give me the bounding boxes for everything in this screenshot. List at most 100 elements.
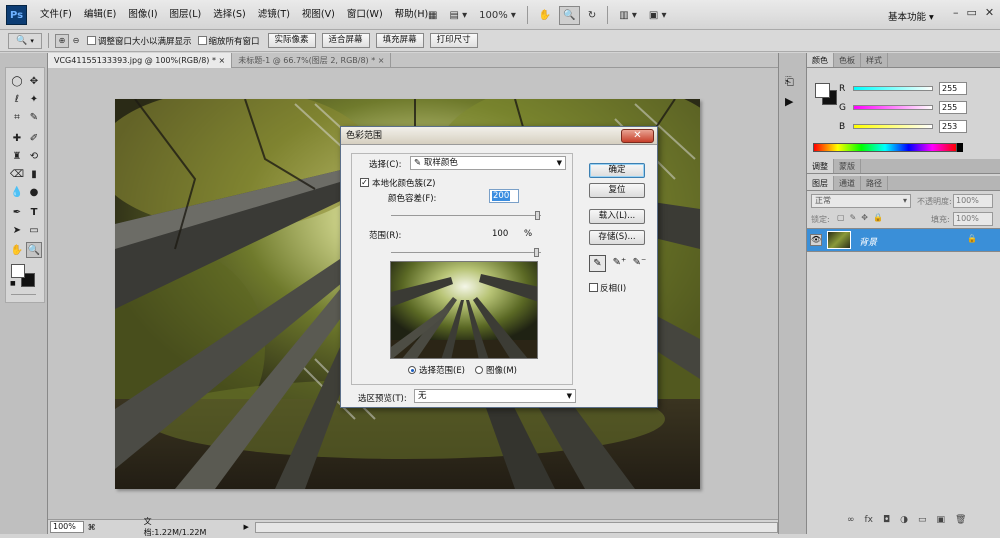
visibility-eye-icon[interactable]: 👁 [810, 234, 822, 246]
blend-mode-dropdown[interactable]: 正常 ▾ [811, 194, 911, 208]
close-icon[interactable]: ✕ [621, 129, 654, 143]
minimize-icon[interactable]: – [953, 6, 959, 19]
zoom-tool-icon[interactable]: 🔍 [26, 242, 42, 258]
delete-layer-icon[interactable]: 🗑 [955, 515, 966, 525]
green-slider[interactable] [853, 105, 933, 110]
selection-preview-dropdown[interactable]: 无 ▼ [414, 389, 576, 403]
range-slider-thumb[interactable] [534, 248, 539, 257]
layer-row-background[interactable]: 👁 背景 🔒 [807, 228, 1000, 252]
fit-screen-button[interactable]: 适合屏幕 [321, 33, 370, 48]
black-swatch[interactable] [957, 143, 963, 152]
red-value-field[interactable]: 255 [939, 82, 967, 95]
tab-masks[interactable]: 蒙版 [834, 159, 861, 173]
actions-icon[interactable]: ▶ [785, 95, 793, 108]
eraser-tool-icon[interactable]: ⌫ [9, 166, 25, 182]
tab-paths[interactable]: 路径 [861, 176, 888, 190]
zoom-tool-icon[interactable]: 🔍 [559, 5, 580, 25]
fuzziness-slider[interactable] [391, 215, 541, 216]
screen-mode-icon[interactable]: ▣ ▾ [645, 6, 671, 25]
menu-image[interactable]: 图像(I) [122, 0, 163, 30]
selection-preview[interactable] [390, 261, 538, 359]
new-layer-icon[interactable]: ▣ [937, 515, 946, 525]
zoom-out-icon[interactable]: ⊖ [69, 34, 83, 48]
tab-layers[interactable]: 图层 [807, 176, 834, 190]
zoom-level-dropdown[interactable]: 100% ▾ [475, 6, 520, 25]
screen-view-icon[interactable]: ▤ ▾ [445, 6, 471, 25]
color-spectrum-ramp[interactable] [813, 143, 957, 152]
menu-layer[interactable]: 图层(L) [164, 0, 208, 30]
layer-name[interactable]: 背景 [859, 235, 877, 248]
path-selection-icon[interactable]: ➤ [9, 222, 25, 238]
ok-button[interactable]: 确定 [589, 163, 645, 178]
gradient-tool-icon[interactable]: ▮ [26, 166, 42, 182]
green-value-field[interactable]: 255 [939, 101, 967, 114]
restore-icon[interactable]: ▭ [967, 6, 977, 19]
eyedropper-icon[interactable]: ✎ [589, 255, 606, 272]
select-dropdown[interactable]: ✎ 取样颜色 ▼ [410, 156, 566, 170]
fill-screen-button[interactable]: 填充屏幕 [375, 33, 424, 48]
dodge-tool-icon[interactable]: ● [26, 184, 42, 200]
close-icon[interactable]: × [219, 56, 226, 65]
tab-channels[interactable]: 通道 [834, 176, 861, 190]
image-radio[interactable] [475, 366, 483, 374]
invert-checkbox[interactable] [589, 283, 598, 292]
move-tool-icon[interactable]: ✥ [26, 73, 42, 89]
tab-document-1[interactable]: VCG41155133393.jpg @ 100%(RGB/8) * × [48, 52, 233, 68]
healing-brush-icon[interactable]: ✚ [9, 130, 25, 146]
print-size-button[interactable]: 打印尺寸 [429, 33, 478, 48]
checkbox[interactable] [197, 36, 207, 45]
range-value[interactable]: 100 [492, 229, 508, 239]
eyedropper-tool-icon[interactable]: ✎ [26, 109, 42, 125]
lock-pixels-icon[interactable]: ✎ [850, 213, 857, 222]
blur-tool-icon[interactable]: 💧 [9, 184, 25, 200]
menu-edit[interactable]: 编辑(E) [78, 0, 122, 30]
fill-field[interactable]: 100% [953, 212, 993, 226]
tab-styles[interactable]: 样式 [861, 53, 888, 67]
layer-style-icon[interactable]: fx [865, 515, 874, 525]
lock-transparency-icon[interactable]: ▢ [837, 213, 845, 222]
bridge-icon[interactable]: ▦ [424, 6, 441, 25]
foreground-color-swatch[interactable] [11, 264, 25, 278]
close-icon[interactable]: ✕ [985, 6, 994, 19]
red-slider[interactable] [853, 86, 933, 91]
lock-position-icon[interactable]: ✥ [861, 213, 868, 222]
actual-pixels-button[interactable]: 实际像素 [267, 33, 316, 48]
shape-tool-icon[interactable]: ▭ [26, 222, 42, 238]
link-layers-icon[interactable]: ∞ [847, 515, 855, 525]
menu-file[interactable]: 文件(F) [34, 0, 78, 30]
save-button[interactable]: 存储(S)... [589, 230, 645, 245]
checkbox[interactable] [87, 36, 96, 45]
reset-button[interactable]: 复位 [589, 183, 645, 198]
lasso-tool-icon[interactable]: ℓ [9, 91, 25, 107]
new-group-icon[interactable]: ▭ [918, 515, 927, 525]
blue-slider[interactable] [853, 124, 933, 129]
menu-filter[interactable]: 滤镜(T) [252, 0, 296, 30]
status-icon[interactable]: ⌘ [88, 523, 96, 532]
menu-select[interactable]: 选择(S) [207, 0, 251, 30]
hand-tool-icon[interactable]: ✋ [535, 6, 555, 25]
zoom-all-windows-checkbox[interactable]: 缩放所有窗口 [197, 35, 260, 47]
tool-preset-picker[interactable]: 🔍 ▾ [8, 32, 42, 49]
resize-windows-checkbox[interactable]: 调整窗口大小以满屏显示 [87, 35, 192, 47]
brush-tool-icon[interactable]: ✐ [26, 130, 42, 146]
fuzziness-slider-thumb[interactable] [535, 211, 540, 220]
clone-stamp-icon[interactable]: ♜ [9, 148, 25, 164]
blue-value-field[interactable]: 253 [939, 120, 967, 133]
tab-swatches[interactable]: 色板 [834, 53, 861, 67]
hand-tool-icon[interactable]: ✋ [9, 242, 25, 258]
default-colors-icon[interactable]: ■ [10, 280, 16, 287]
range-slider[interactable] [391, 252, 541, 253]
horizontal-scrollbar[interactable] [254, 521, 778, 533]
zoom-in-icon[interactable]: ⊕ [55, 33, 69, 48]
lock-all-icon[interactable]: 🔒 [873, 213, 883, 222]
foreground-color-swatch[interactable] [815, 83, 830, 98]
status-menu-icon[interactable]: ▶ [244, 523, 249, 531]
pen-tool-icon[interactable]: ✒ [9, 204, 25, 220]
crop-tool-icon[interactable]: ⌗ [9, 109, 25, 125]
marquee-tool-icon[interactable]: ◯ [9, 73, 25, 89]
magic-wand-icon[interactable]: ✦ [26, 91, 42, 107]
tab-color[interactable]: 颜色 [807, 53, 834, 67]
add-mask-icon[interactable]: ◘ [883, 515, 890, 525]
dialog-title[interactable]: 色彩范围 [341, 127, 657, 145]
load-button[interactable]: 载入(L)... [589, 209, 645, 224]
